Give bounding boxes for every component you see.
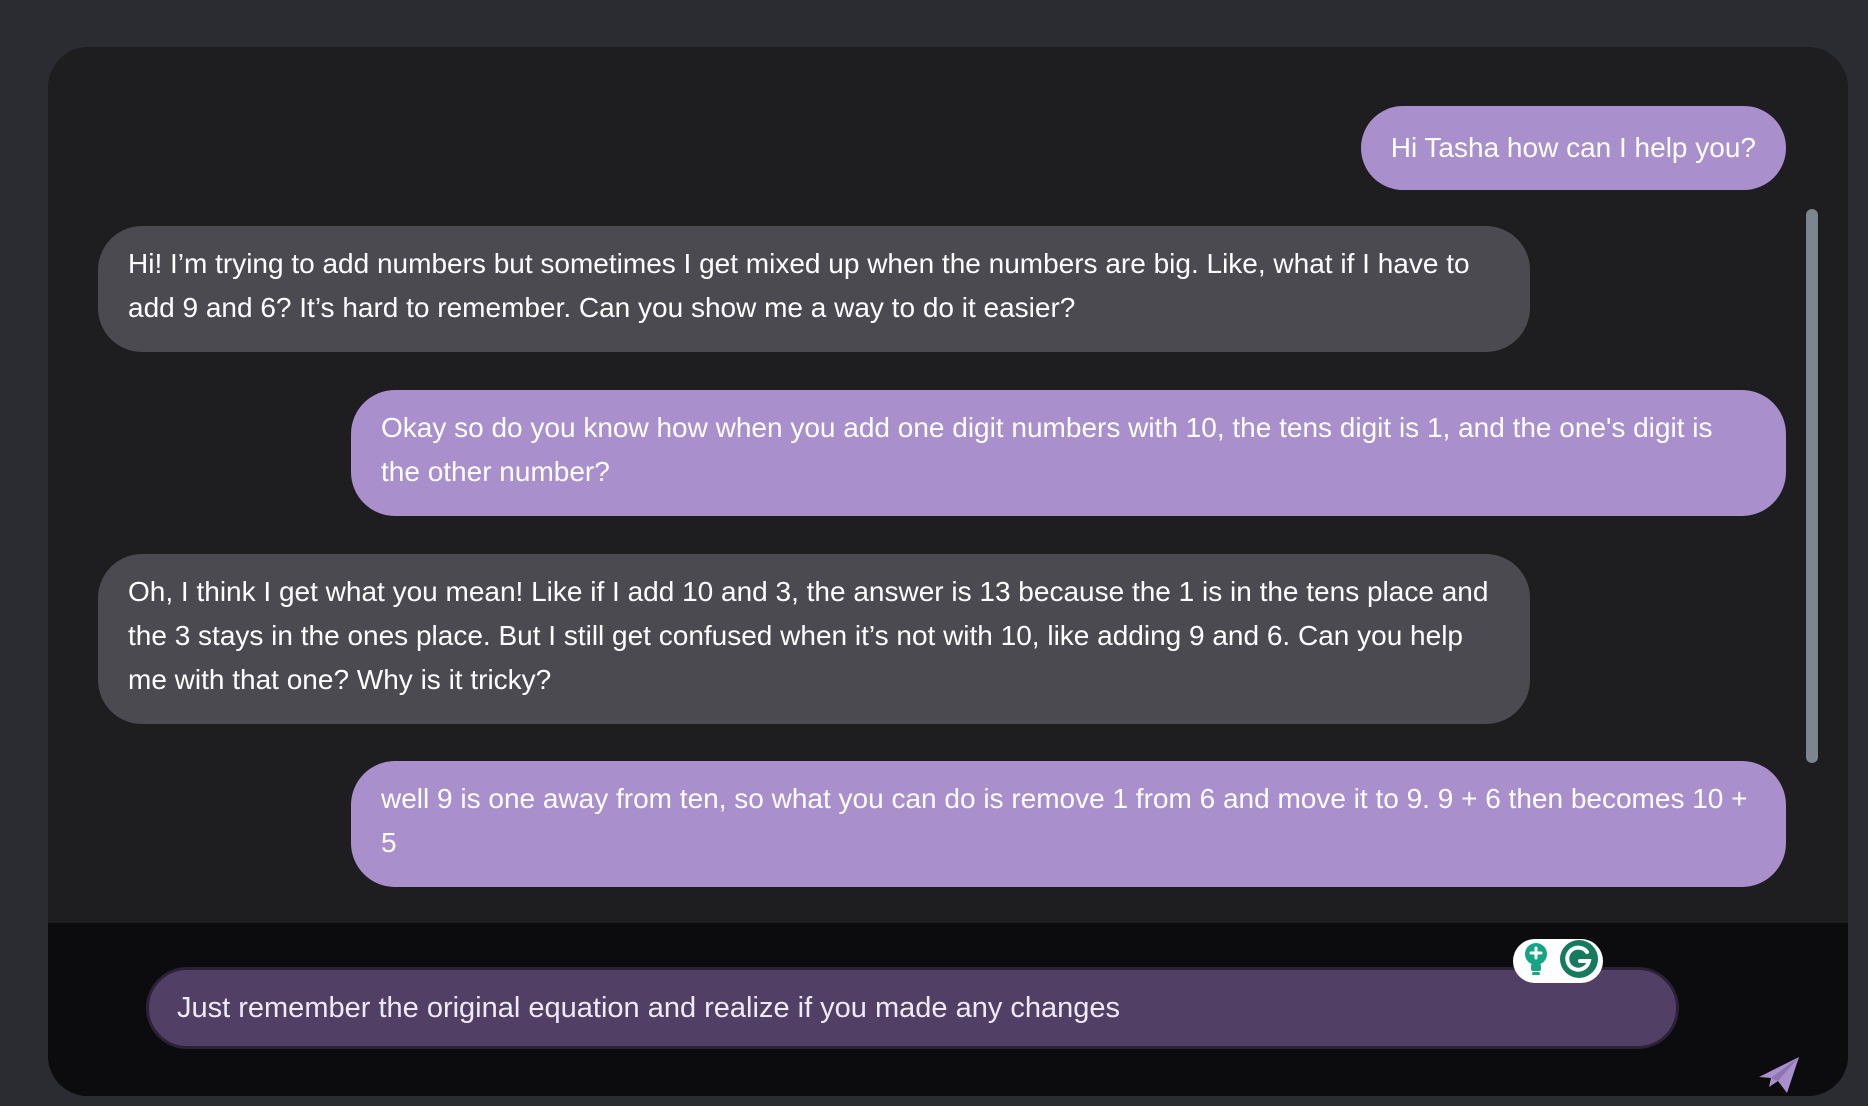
user-message: Okay so do you know how when you add one… [351, 390, 1786, 516]
send-button[interactable] [1753, 1051, 1805, 1096]
user-message: Hi Tasha how can I help you? [1360, 106, 1786, 190]
chat-window: Hi Tasha how can I help you? Hi! I’m try… [48, 47, 1848, 1096]
grammarly-icon[interactable] [1559, 939, 1599, 984]
scrollbar-thumb[interactable] [1806, 209, 1818, 763]
message-input[interactable] [177, 970, 1357, 1046]
user-message: well 9 is one away from ten, so what you… [351, 761, 1786, 887]
bot-message: Hi! I’m trying to add numbers but someti… [98, 226, 1530, 352]
message-list: Hi Tasha how can I help you? Hi! I’m try… [48, 47, 1848, 923]
message-input-container [146, 967, 1679, 1049]
grammarly-widget[interactable] [1513, 939, 1603, 983]
paper-plane-icon [1757, 1055, 1801, 1097]
lightbulb-icon[interactable] [1521, 941, 1551, 982]
composer-bar [48, 923, 1848, 1096]
bot-message: Oh, I think I get what you mean! Like if… [98, 554, 1530, 724]
